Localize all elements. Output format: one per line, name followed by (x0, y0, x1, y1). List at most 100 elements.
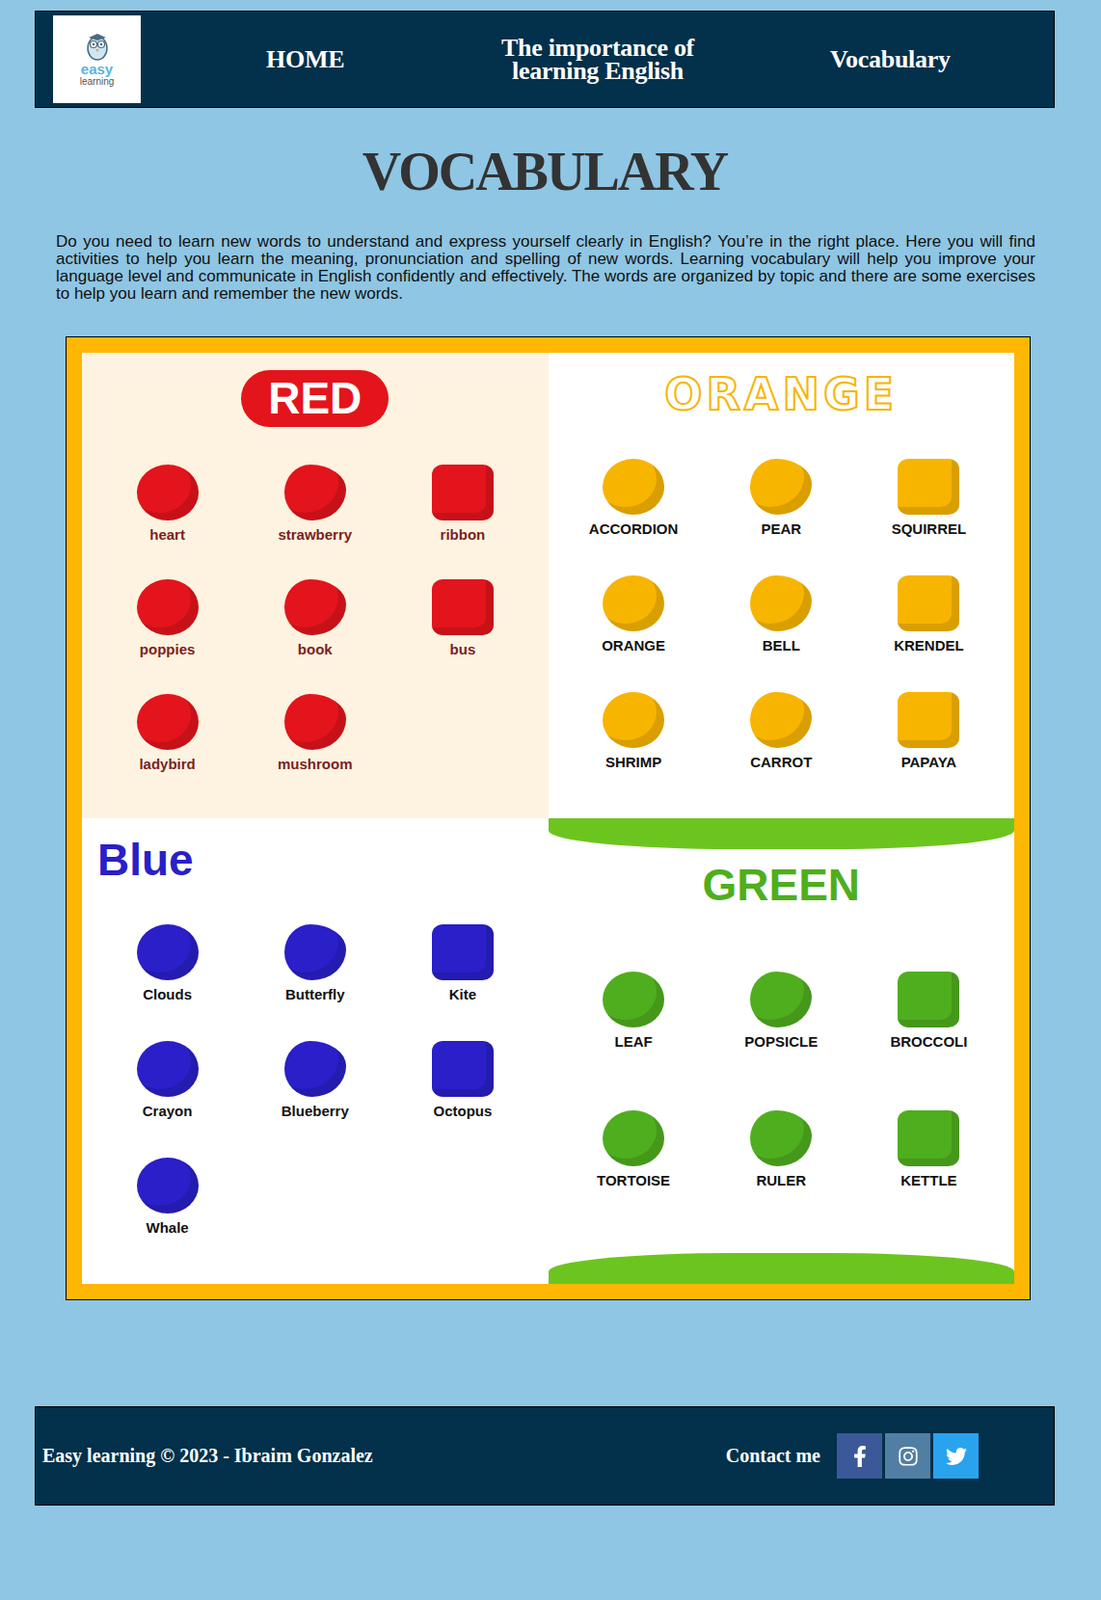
social-button[interactable] (885, 1433, 931, 1479)
word-grid: ACCORDION PEAR SQUIRREL ORANGE BELL KRENDEL SH… (563, 429, 1000, 802)
word-picture-icon (284, 464, 347, 521)
panel-title: ORANGE (664, 370, 898, 420)
word-label: SQUIRREL (891, 520, 967, 538)
word-item: KETTLE (859, 1110, 999, 1189)
word-item: PEAR (711, 458, 852, 538)
word-item: Clouds (97, 924, 238, 1003)
contact-group: Contact me (725, 1433, 979, 1479)
word-label: RULER (755, 1172, 806, 1189)
poster-panel: REDheartstrawberryribbonpoppiesbookbusla… (81, 352, 549, 819)
word-picture-icon (750, 575, 812, 632)
word-item: mushroom (244, 694, 385, 773)
word-picture-icon (602, 971, 665, 1028)
nav-link[interactable]: HOME (266, 48, 345, 72)
word-label: poppies (139, 641, 196, 658)
word-picture-icon (897, 575, 960, 632)
word-picture-icon (897, 1110, 960, 1167)
instagram-icon (897, 1446, 919, 1468)
word-item: SQUIRREL (859, 458, 999, 538)
logo-bottom-text: learning (80, 77, 115, 87)
page-title: VOCABULARY (34, 140, 1055, 203)
word-item: Butterfly (244, 924, 385, 1003)
word-picture-icon (897, 692, 960, 749)
word-item: Crayon (97, 1041, 238, 1120)
word-picture-icon (750, 1110, 812, 1167)
word-item: Blueberry (244, 1041, 385, 1120)
word-label: Octopus (432, 1102, 492, 1120)
word-label: ORANGE (601, 637, 666, 654)
contact-label: Contact me (725, 1445, 821, 1468)
footer: Easy learning © 2023 - Ibraim Gonzalez Co… (34, 1406, 1055, 1506)
word-item: CARROT (711, 692, 852, 771)
word-label: strawberry (277, 526, 352, 543)
poster-panel: GREENLEAFPOPSICLEBROCCOLITORTOISERULERKE… (548, 818, 1016, 1285)
word-label: Blueberry (281, 1102, 350, 1120)
word-grid: heart strawberry ribbon poppies book bus ladyb… (97, 436, 534, 802)
word-item: heart (97, 464, 238, 543)
word-label: mushroom (277, 755, 353, 773)
word-label: ribbon (440, 526, 486, 543)
word-item: KRENDEL (859, 575, 999, 654)
word-label: ladybird (138, 755, 195, 773)
poster: REDheartstrawberryribbonpoppiesbookbusla… (65, 336, 1031, 1301)
word-label: book (297, 641, 333, 658)
word-item: LEAF (563, 971, 704, 1050)
wave-band (548, 1253, 1016, 1285)
word-label: CARROT (750, 753, 812, 771)
twitter-icon (945, 1446, 967, 1468)
word-picture-icon (750, 692, 812, 749)
word-label: LEAF (614, 1033, 652, 1050)
word-picture-icon (136, 694, 199, 751)
word-label: BROCCOLI (889, 1033, 967, 1050)
word-picture-icon (136, 1157, 199, 1214)
word-picture-icon (284, 579, 347, 636)
word-label: heart (149, 526, 186, 543)
logo-top-text: easy (80, 61, 113, 77)
word-picture-icon (284, 1041, 347, 1098)
word-label: KRENDEL (893, 637, 965, 654)
word-label: POPSICLE (744, 1033, 818, 1050)
word-picture-icon (284, 924, 347, 981)
word-picture-icon (136, 579, 199, 636)
word-item: ORANGE (563, 575, 704, 654)
word-picture-icon (750, 971, 812, 1028)
word-item: Kite (392, 924, 533, 1003)
footer-credit: Easy learning © 2023 - Ibraim Gonzalez (42, 1445, 374, 1468)
word-item: book (244, 579, 385, 658)
word-label: bus (450, 641, 477, 658)
nav-link[interactable]: The importance of learning English (491, 36, 704, 83)
word-picture-icon (136, 1041, 199, 1098)
word-label: Crayon (142, 1102, 193, 1120)
word-picture-icon (602, 1110, 665, 1167)
word-grid: Clouds Butterfly Kite Crayon Blueberry Octopu… (97, 894, 534, 1267)
word-label: TORTOISE (596, 1172, 671, 1189)
word-picture-icon (602, 458, 665, 515)
word-picture-icon (431, 579, 494, 636)
logo[interactable]: easylearning (53, 15, 141, 104)
word-label: Clouds (142, 986, 192, 1003)
word-picture-icon (431, 924, 494, 981)
word-label: PAPAYA (901, 753, 958, 771)
word-item: ribbon (392, 464, 533, 543)
word-item: SHRIMP (563, 692, 704, 771)
word-label: Butterfly (285, 986, 346, 1003)
page: easylearning HOME The importance of learni… (0, 0, 1101, 1600)
word-picture-icon (284, 694, 347, 751)
word-picture-icon (750, 458, 812, 515)
word-picture-icon (431, 1041, 494, 1098)
word-label: ACCORDION (589, 520, 679, 538)
nav-link[interactable]: Vocabulary (830, 48, 951, 72)
word-picture-icon (897, 458, 960, 515)
social-button[interactable] (836, 1433, 883, 1479)
poster-panel: BlueCloudsButterflyKiteCrayonBlueberryOc… (81, 818, 549, 1285)
word-picture-icon (431, 464, 494, 521)
social-button[interactable] (933, 1433, 979, 1479)
word-item: ladybird (97, 694, 238, 773)
facebook-icon (849, 1446, 871, 1468)
word-item: poppies (97, 579, 238, 658)
word-label: Kite (449, 986, 477, 1003)
word-item: TORTOISE (563, 1110, 704, 1189)
word-item: BELL (711, 575, 852, 654)
word-picture-icon (602, 692, 665, 749)
word-label: SHRIMP (605, 753, 662, 771)
